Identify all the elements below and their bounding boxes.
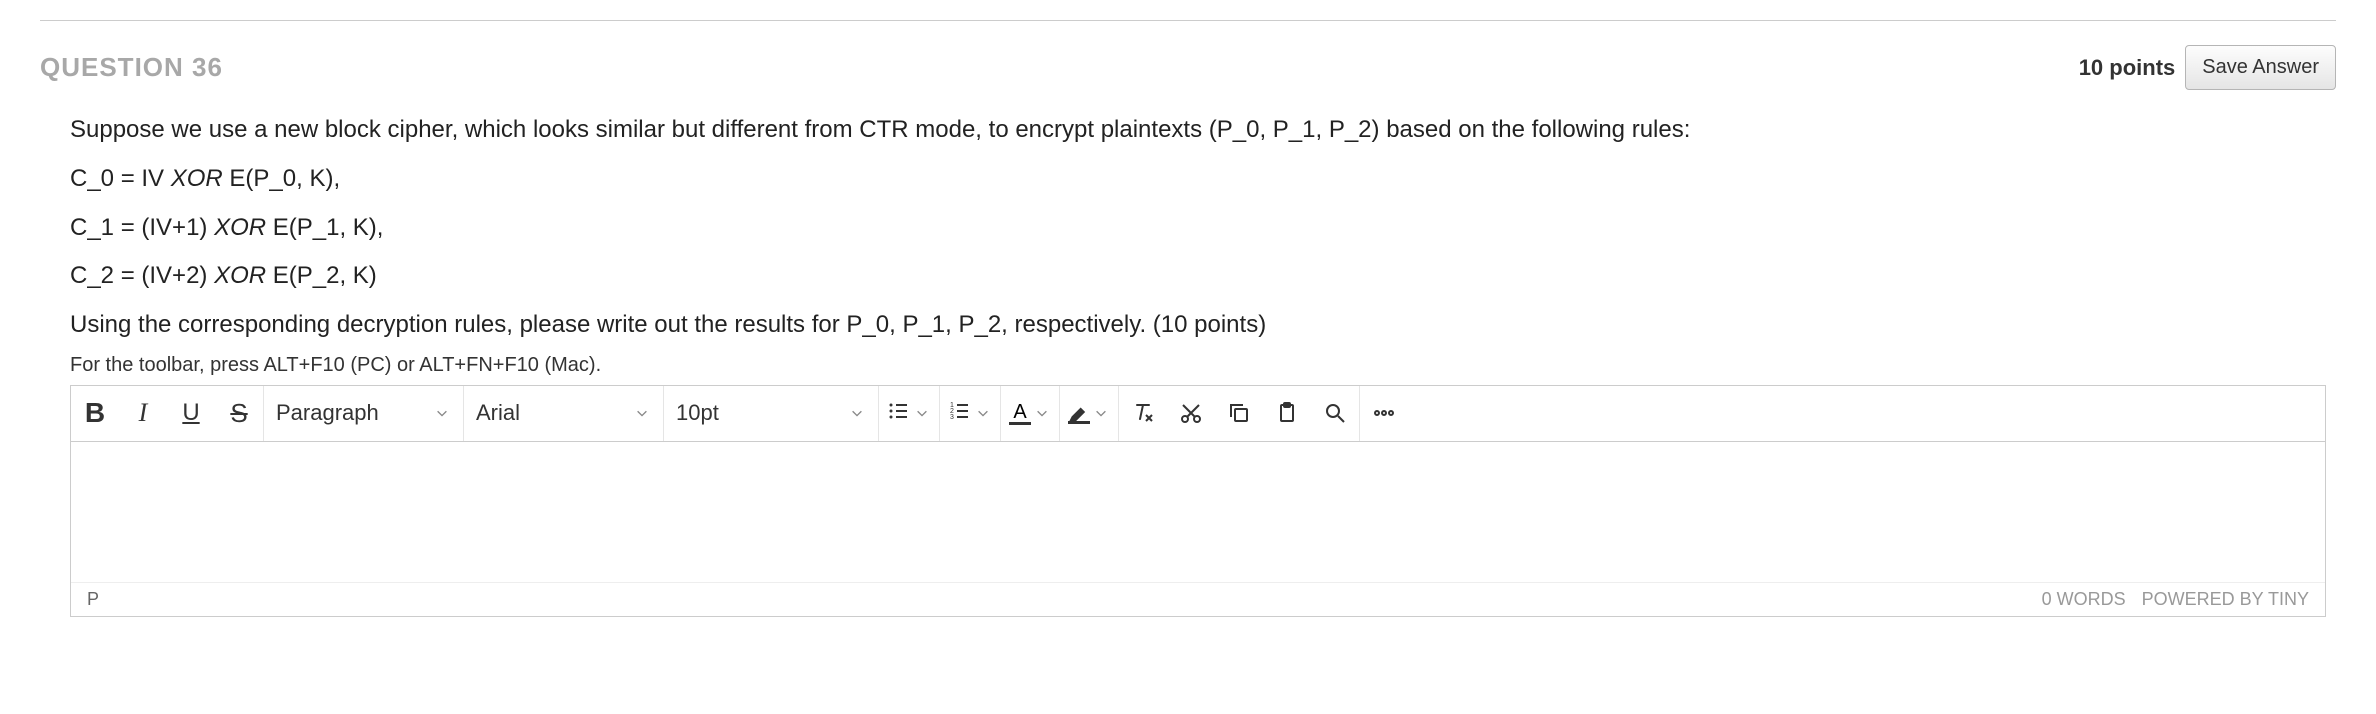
cipher-line: E(P_2, K) [266,262,377,289]
svg-text:3: 3 [950,414,954,421]
powered-by-label[interactable]: POWERED BY TINY [2142,589,2309,610]
rich-text-editor: B I U S Paragraph Arial 10pt [70,385,2326,617]
question-container: QUESTION 36 10 points Save Answer Suppos… [40,20,2336,617]
underline-button[interactable]: U [167,386,215,441]
bullet-list-icon [887,399,911,428]
question-text-line: C_1 = (IV+1) XOR E(P_1, K), [70,208,2326,249]
chevron-down-icon [1035,405,1051,421]
question-body: Suppose we use a new block cipher, which… [40,110,2336,617]
font-color-letter: A [1013,402,1026,422]
font-family-value: Arial [476,400,520,426]
editor-footer-right: 0 WORDS POWERED BY TINY [2042,589,2309,610]
clear-formatting-button[interactable] [1119,386,1167,441]
block-format-dropdown[interactable]: Paragraph [264,386,464,441]
xor-italic: XOR [171,165,223,192]
editor-footer: P 0 WORDS POWERED BY TINY [71,582,2325,616]
highlight-color-dropdown[interactable] [1060,386,1119,441]
chevron-down-icon [915,405,931,421]
cipher-line: C_0 = IV [70,165,171,192]
chevron-down-icon [635,405,651,421]
points-label: 10 points [2079,55,2176,81]
paste-button[interactable] [1263,386,1311,441]
question-text-line: C_0 = IV XOR E(P_0, K), [70,159,2326,200]
clipboard-group [1119,386,1360,441]
more-options-button[interactable] [1360,386,1408,441]
question-header: QUESTION 36 10 points Save Answer [40,45,2336,90]
question-number-label: QUESTION 36 [40,52,223,83]
copy-button[interactable] [1215,386,1263,441]
numbered-list-icon: 1 2 3 [948,399,972,428]
numbered-list-dropdown[interactable]: 1 2 3 [940,386,1001,441]
bold-button[interactable]: B [71,386,119,441]
xor-italic: XOR [214,262,266,289]
editor-toolbar: B I U S Paragraph Arial 10pt [71,386,2325,442]
cut-button[interactable] [1167,386,1215,441]
question-text-line: Suppose we use a new block cipher, which… [70,110,2326,151]
save-answer-button[interactable]: Save Answer [2185,45,2336,90]
toolbar-accessibility-hint: For the toolbar, press ALT+F10 (PC) or A… [70,354,2326,377]
font-color-dropdown[interactable]: A [1001,386,1060,441]
chevron-down-icon [976,405,992,421]
xor-italic: XOR [214,214,266,241]
font-color-icon: A [1009,402,1031,425]
chevron-down-icon [435,405,451,421]
strikethrough-button[interactable]: S [215,386,263,441]
question-text-line: Using the corresponding decryption rules… [70,305,2326,346]
font-family-dropdown[interactable]: Arial [464,386,664,441]
cipher-line: C_2 = (IV+2) [70,262,214,289]
element-path[interactable]: P [87,589,99,610]
word-count[interactable]: 0 WORDS [2042,589,2126,610]
block-format-value: Paragraph [276,400,379,426]
format-group: B I U S [71,386,264,441]
find-button[interactable] [1311,386,1359,441]
bullet-list-dropdown[interactable] [879,386,940,441]
cipher-line: E(P_1, K), [266,214,383,241]
italic-button[interactable]: I [119,386,167,441]
editor-content-area[interactable] [71,442,2325,582]
header-right: 10 points Save Answer [2079,45,2336,90]
highlight-icon [1068,403,1090,424]
question-text-line: C_2 = (IV+2) XOR E(P_2, K) [70,256,2326,297]
font-size-value: 10pt [676,400,719,426]
cipher-line: E(P_0, K), [223,165,340,192]
chevron-down-icon [850,405,866,421]
chevron-down-icon [1094,405,1110,421]
font-size-dropdown[interactable]: 10pt [664,386,879,441]
cipher-line: C_1 = (IV+1) [70,214,214,241]
